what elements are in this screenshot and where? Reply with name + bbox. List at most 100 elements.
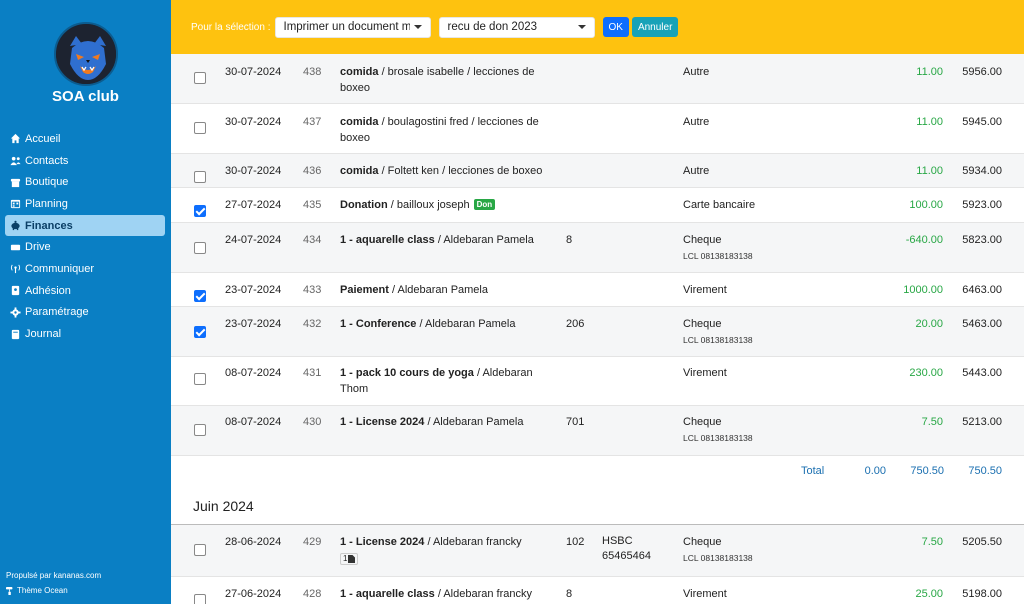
month-heading: Juin 2024: [193, 498, 254, 514]
row-payment-account: LCL 08138183138: [683, 251, 753, 261]
table-row[interactable]: 08-07-2024 431 1 - pack 10 cours de yoga /…: [171, 357, 1024, 406]
row-quantity: 102: [566, 536, 585, 548]
table-row[interactable]: 23-07-2024 433 Paiement / Aldebaran Pamela…: [171, 273, 1024, 307]
row-balance: 5923.00: [962, 199, 1002, 211]
row-balance: 5213.00: [962, 416, 1002, 428]
sidebar-item-communiquer[interactable]: Communiquer: [5, 258, 165, 280]
table-row[interactable]: 30-07-2024 438 comida / brosale isabelle /…: [171, 54, 1024, 104]
row-description[interactable]: 1 - aquarelle class / Aldebaran francky: [340, 586, 555, 602]
row-number[interactable]: 432: [303, 316, 321, 332]
club-logo[interactable]: [54, 22, 118, 86]
row-description[interactable]: comida / brosale isabelle / lecciones de…: [340, 64, 555, 96]
row-number[interactable]: 435: [303, 197, 321, 213]
sidebar-item-label: Paramétrage: [25, 306, 89, 319]
row-payment: Virement: [683, 586, 727, 602]
sidebar-item-boutique[interactable]: Boutique: [5, 171, 165, 193]
row-amount: 11.00: [916, 165, 943, 177]
row-payment: Cheque LCL 08138183138: [683, 316, 753, 346]
row-number[interactable]: 428: [303, 586, 321, 602]
row-number[interactable]: 433: [303, 282, 321, 298]
row-description[interactable]: 1 - License 2024 / Aldebaran Pamela: [340, 414, 555, 430]
row-checkbox[interactable]: [194, 242, 206, 254]
sidebar-item-journal[interactable]: Journal: [5, 323, 165, 345]
row-balance: 5463.00: [962, 318, 1002, 330]
chevron-down-icon: [577, 25, 586, 29]
document-select[interactable]: recu de don 2023: [438, 16, 595, 38]
row-checkbox[interactable]: [194, 72, 206, 84]
row-payment: Autre: [683, 64, 709, 80]
table-row[interactable]: 24-07-2024 434 1 - aquarelle class / Aldeb…: [171, 223, 1024, 273]
table-row[interactable]: 23-07-2024 432 1 - Conference / Aldebaran …: [171, 307, 1024, 357]
row-checkbox[interactable]: [194, 373, 206, 385]
home-icon: [9, 133, 21, 145]
table-row[interactable]: 30-07-2024 437 comida / boulagostini fred …: [171, 104, 1024, 154]
row-date: 30-07-2024: [225, 165, 282, 177]
row-number[interactable]: 436: [303, 163, 321, 179]
row-description[interactable]: 1 - pack 10 cours de yoga / Aldebaran Th…: [340, 365, 555, 397]
row-number[interactable]: 438: [303, 64, 321, 80]
row-detail: / Aldebaran Pamela: [388, 284, 488, 296]
row-description[interactable]: Donation / bailloux joseph Don: [340, 197, 555, 213]
row-detail: / Aldebaran francky: [434, 588, 533, 600]
row-description[interactable]: comida / boulagostini fred / lecciones d…: [340, 114, 555, 146]
gear-icon: [9, 306, 21, 318]
row-number[interactable]: 431: [303, 365, 321, 381]
row-checkbox[interactable]: [194, 594, 206, 604]
row-description[interactable]: comida / Foltett ken / lecciones de boxe…: [340, 163, 555, 179]
total-label: Total: [801, 465, 825, 477]
table-row[interactable]: 28-06-2024 429 1 - License 2024 / Aldebara…: [171, 525, 1024, 577]
sidebar-item-adhesion[interactable]: Adhésion: [5, 280, 165, 302]
row-checkbox[interactable]: [194, 171, 206, 183]
ok-button[interactable]: OK: [602, 17, 629, 37]
document-badge[interactable]: 1: [340, 553, 359, 565]
row-description[interactable]: 1 - Conference / Aldebaran Pamela: [340, 316, 555, 332]
total-value-2: 750.50: [910, 465, 944, 477]
row-description[interactable]: 1 - License 2024 / Aldebaran francky 1: [340, 534, 555, 566]
powered-by-link[interactable]: Propulsé par kananas.com: [6, 571, 101, 580]
row-payment: Virement: [683, 365, 727, 381]
row-checkbox[interactable]: [194, 424, 206, 436]
row-number[interactable]: 434: [303, 232, 321, 248]
row-description[interactable]: Paiement / Aldebaran Pamela: [340, 282, 555, 298]
total-value-1: 0.00: [864, 465, 886, 477]
bear-logo-icon: [56, 24, 116, 84]
row-checkbox[interactable]: [194, 290, 206, 302]
sidebar-item-label: Boutique: [25, 176, 69, 189]
row-number[interactable]: 429: [303, 534, 321, 550]
row-balance: 5443.00: [962, 367, 1002, 379]
document-count: 1: [343, 554, 348, 563]
row-amount: 11.00: [916, 116, 943, 128]
table-row[interactable]: 27-07-2024 435 Donation / bailloux joseph D…: [171, 188, 1024, 223]
table-row[interactable]: 30-07-2024 436 comida / Foltett ken / lecc…: [171, 154, 1024, 188]
sidebar-item-contacts[interactable]: Contacts: [5, 150, 165, 172]
row-payment-method: Autre: [683, 165, 710, 177]
row-checkbox[interactable]: [194, 326, 206, 338]
row-payment-account: LCL 08138183138: [683, 553, 753, 563]
row-title: 1 - aquarelle class: [340, 234, 435, 246]
table-row[interactable]: 27-06-2024 428 1 - aquarelle class / Aldeb…: [171, 577, 1024, 604]
sidebar-item-planning[interactable]: Planning: [5, 193, 165, 215]
row-detail: / Aldebaran francky: [424, 536, 522, 548]
theme-link[interactable]: Thème Ocean: [6, 586, 68, 595]
sidebar-item-accueil[interactable]: Accueil: [5, 128, 165, 150]
cancel-button[interactable]: Annuler: [631, 17, 679, 37]
row-amount: 11.00: [916, 66, 943, 78]
sidebar-item-label: Communiquer: [25, 262, 95, 275]
row-checkbox[interactable]: [194, 544, 206, 556]
row-balance: 5205.50: [962, 536, 1002, 548]
row-number[interactable]: 437: [303, 114, 321, 130]
row-checkbox[interactable]: [194, 205, 206, 217]
row-description[interactable]: 1 - aquarelle class / Aldebaran Pamela: [340, 232, 555, 248]
sidebar-item-parametrage[interactable]: Paramétrage: [5, 302, 165, 324]
row-date: 08-07-2024: [225, 416, 282, 428]
row-balance: 6463.00: [962, 284, 1002, 296]
row-number[interactable]: 430: [303, 414, 321, 430]
action-select[interactable]: Imprimer un document m: [274, 16, 431, 38]
table-row[interactable]: 08-07-2024 430 1 - License 2024 / Aldebara…: [171, 406, 1024, 456]
row-checkbox[interactable]: [194, 122, 206, 134]
row-payment-method: Carte bancaire: [683, 199, 756, 211]
row-bank: HSBC 65465464: [602, 535, 651, 562]
sidebar-item-finances[interactable]: Finances: [5, 214, 165, 237]
row-payment-account: LCL 08138183138: [683, 335, 753, 345]
sidebar-item-drive[interactable]: Drive: [5, 236, 165, 258]
